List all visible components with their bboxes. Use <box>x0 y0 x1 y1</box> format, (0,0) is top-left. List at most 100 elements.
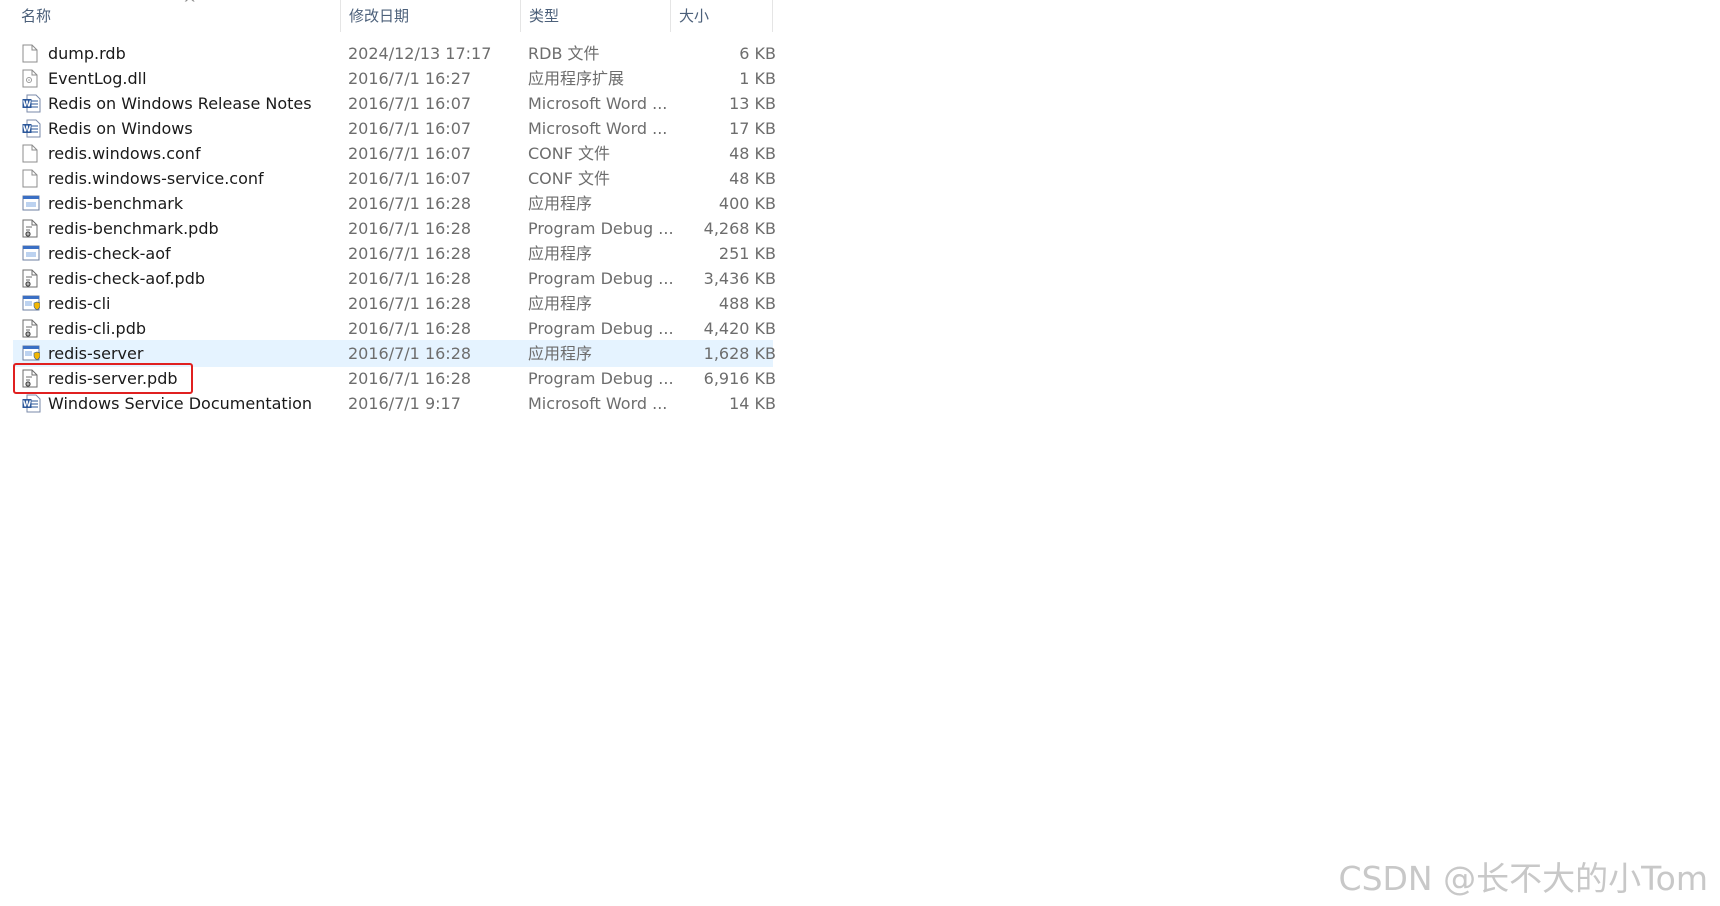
file-date-modified: 2016/7/1 16:28 <box>348 269 472 288</box>
blank-file-icon <box>22 165 42 192</box>
file-row-redis-benchmark-pdb[interactable]: redis-benchmark.pdb 2016/7/1 16:28 Program… <box>13 215 776 242</box>
file-size: 13 KB <box>729 94 776 113</box>
file-row-redis-cli-pdb[interactable]: redis-cli.pdb 2016/7/1 16:28 Program Debug… <box>13 315 776 342</box>
column-header-bar: 名称 ^ 修改日期 类型 大小 <box>0 0 780 32</box>
file-type: 应用程序 <box>528 294 593 313</box>
column-header-type[interactable]: 类型 <box>521 0 671 32</box>
file-row-eventlog-dll[interactable]: EventLog.dll 2016/7/1 16:27 应用程序扩展 1 KB <box>13 65 776 92</box>
word-doc-icon: W <box>22 90 42 117</box>
file-row-redis-server-pdb[interactable]: redis-server.pdb 2016/7/1 16:28 Program De… <box>13 365 776 392</box>
file-type: Program Debug ... <box>528 219 674 238</box>
file-type: 应用程序 <box>528 244 593 263</box>
file-row-redis-on-windows[interactable]: W Redis on Windows 2016/7/1 16:07 Microsoft… <box>13 115 776 142</box>
file-row-redis-benchmark[interactable]: redis-benchmark 2016/7/1 16:28 应用程序 400 KB <box>13 190 776 217</box>
file-date-modified: 2016/7/1 16:07 <box>348 94 472 113</box>
file-type: Program Debug ... <box>528 369 674 388</box>
file-name: redis-server.pdb <box>48 369 178 388</box>
file-name: EventLog.dll <box>48 69 147 88</box>
blank-file-icon <box>22 140 42 167</box>
pdb-file-icon <box>22 315 42 342</box>
file-date-modified: 2016/7/1 9:17 <box>348 394 461 413</box>
file-row-redis-windows-service-conf[interactable]: redis.windows-service.conf 2016/7/1 16:07… <box>13 165 776 192</box>
file-row-redis-check-aof-pdb[interactable]: redis-check-aof.pdb 2016/7/1 16:28 Program… <box>13 265 776 292</box>
file-size: 48 KB <box>729 169 776 188</box>
file-type: Microsoft Word ... <box>528 394 668 413</box>
file-size: 1 KB <box>739 69 776 88</box>
svg-text:W: W <box>23 100 32 109</box>
file-size: 4,268 KB <box>703 219 776 238</box>
column-header-type-label: 类型 <box>529 7 560 25</box>
blank-file-icon <box>22 40 42 67</box>
exe-shield-icon <box>22 290 42 317</box>
file-size: 400 KB <box>718 194 776 213</box>
file-row-redis-cli[interactable]: redis-cli 2016/7/1 16:28 应用程序 488 KB <box>13 290 776 317</box>
file-date-modified: 2016/7/1 16:28 <box>348 294 472 313</box>
file-name: redis-benchmark <box>48 194 184 213</box>
dll-file-icon <box>22 65 42 92</box>
file-type: Microsoft Word ... <box>528 94 668 113</box>
pdb-file-icon <box>22 215 42 242</box>
column-header-name-label: 名称 <box>21 7 52 25</box>
file-size: 48 KB <box>729 144 776 163</box>
file-name: Redis on Windows Release Notes <box>48 94 312 113</box>
file-name: redis.windows-service.conf <box>48 169 264 188</box>
file-date-modified: 2016/7/1 16:28 <box>348 319 472 338</box>
column-header-size[interactable]: 大小 <box>671 0 773 32</box>
file-name: redis-benchmark.pdb <box>48 219 219 238</box>
file-row-dump-rdb[interactable]: dump.rdb 2024/12/13 17:17 RDB 文件 6 KB <box>13 40 776 67</box>
file-date-modified: 2016/7/1 16:27 <box>348 69 472 88</box>
column-header-date[interactable]: 修改日期 <box>341 0 521 32</box>
file-size: 3,436 KB <box>703 269 776 288</box>
pdb-file-icon <box>22 265 42 292</box>
file-name: redis.windows.conf <box>48 144 201 163</box>
file-row-redis-check-aof[interactable]: redis-check-aof 2016/7/1 16:28 应用程序 251 KB <box>13 240 776 267</box>
file-type: CONF 文件 <box>528 169 611 188</box>
file-row-redis-windows-conf[interactable]: redis.windows.conf 2016/7/1 16:07 CONF 文件 4… <box>13 140 776 167</box>
svg-text:W: W <box>23 125 32 134</box>
exe-app-icon <box>22 190 42 217</box>
file-size: 6 KB <box>739 44 776 63</box>
file-name: Redis on Windows <box>48 119 193 138</box>
file-size: 14 KB <box>729 394 776 413</box>
word-doc-icon: W <box>22 390 42 417</box>
file-type: 应用程序扩展 <box>528 69 625 88</box>
file-size: 17 KB <box>729 119 776 138</box>
file-row-redis-on-windows-release-notes[interactable]: W Redis on Windows Release Notes 2016/7/1 … <box>13 90 776 117</box>
file-name: redis-cli.pdb <box>48 319 147 338</box>
file-row-windows-service-documentation[interactable]: W Windows Service Documentation 2016/7/1 9… <box>13 390 776 417</box>
file-type: RDB 文件 <box>528 44 600 63</box>
file-name: redis-cli <box>48 294 111 313</box>
file-date-modified: 2016/7/1 16:07 <box>348 144 472 163</box>
file-name: redis-check-aof <box>48 244 171 263</box>
file-row-redis-server[interactable]: redis-server 2016/7/1 16:28 应用程序 1,628 KB <box>13 340 776 367</box>
file-type: CONF 文件 <box>528 144 611 163</box>
sort-ascending-icon: ^ <box>183 0 197 13</box>
file-date-modified: 2016/7/1 16:28 <box>348 194 472 213</box>
column-header-date-label: 修改日期 <box>349 7 410 25</box>
file-date-modified: 2016/7/1 16:28 <box>348 369 472 388</box>
exe-app-icon <box>22 240 42 267</box>
file-name: redis-server <box>48 344 144 363</box>
file-date-modified: 2016/7/1 16:28 <box>348 244 472 263</box>
file-type: Program Debug ... <box>528 319 674 338</box>
pdb-file-icon <box>22 365 42 392</box>
file-name: dump.rdb <box>48 44 126 63</box>
file-size: 1,628 KB <box>703 344 776 363</box>
column-header-name[interactable]: 名称 ^ <box>13 0 341 32</box>
file-type: Program Debug ... <box>528 269 674 288</box>
file-type: 应用程序 <box>528 194 593 213</box>
column-header-size-label: 大小 <box>679 7 710 25</box>
file-date-modified: 2016/7/1 16:07 <box>348 169 472 188</box>
file-type: 应用程序 <box>528 344 593 363</box>
file-date-modified: 2016/7/1 16:28 <box>348 219 472 238</box>
file-date-modified: 2016/7/1 16:07 <box>348 119 472 138</box>
file-size: 6,916 KB <box>703 369 776 388</box>
file-type: Microsoft Word ... <box>528 119 668 138</box>
file-explorer: 名称 ^ 修改日期 类型 大小 dump.rdb 2024/12/13 17:17… <box>0 0 1720 906</box>
watermark: CSDN @长不大的小Tom <box>1338 859 1708 898</box>
exe-shield-icon <box>22 340 42 367</box>
file-date-modified: 2024/12/13 17:17 <box>348 44 492 63</box>
file-name: Windows Service Documentation <box>48 394 313 413</box>
file-size: 4,420 KB <box>703 319 776 338</box>
file-size: 488 KB <box>718 294 776 313</box>
